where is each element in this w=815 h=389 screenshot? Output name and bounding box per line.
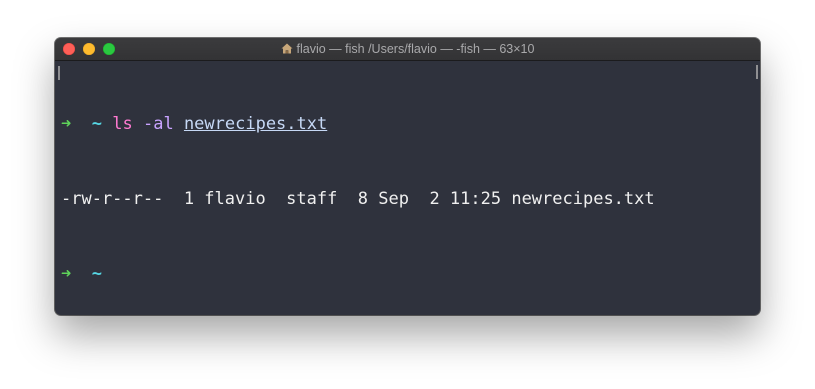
command-argument: -al <box>142 114 174 134</box>
window-title: flavio — fish /Users/flavio — -fish — 63… <box>296 42 535 56</box>
terminal-window: flavio — fish /Users/flavio — -fish — 63… <box>55 38 760 315</box>
command-text: ls <box>112 114 133 134</box>
prompt-directory: ~ <box>91 114 102 134</box>
terminal-line: ➜ ~ ls -al newrecipes.txt <box>61 112 750 137</box>
file-argument[interactable]: newrecipes.txt <box>184 114 327 134</box>
prompt-arrow: ➜ <box>61 264 72 284</box>
left-margin-marker <box>58 66 60 80</box>
home-icon <box>281 39 293 61</box>
terminal-line: ➜ ~ <box>61 262 750 287</box>
prompt-arrow: ➜ <box>61 114 72 134</box>
terminal-output[interactable]: ➜ ~ ls -al newrecipes.txt -rw-r--r-- 1 f… <box>61 62 750 315</box>
window-title-container: flavio — fish /Users/flavio — -fish — 63… <box>55 38 760 60</box>
prompt-directory: ~ <box>91 264 102 284</box>
command-output: -rw-r--r-- 1 flavio staff 8 Sep 2 11:25 … <box>61 189 655 209</box>
title-bar[interactable]: flavio — fish /Users/flavio — -fish — 63… <box>55 38 760 61</box>
terminal-line: -rw-r--r-- 1 flavio staff 8 Sep 2 11:25 … <box>61 187 750 212</box>
scrollbar-marker[interactable] <box>756 65 758 79</box>
